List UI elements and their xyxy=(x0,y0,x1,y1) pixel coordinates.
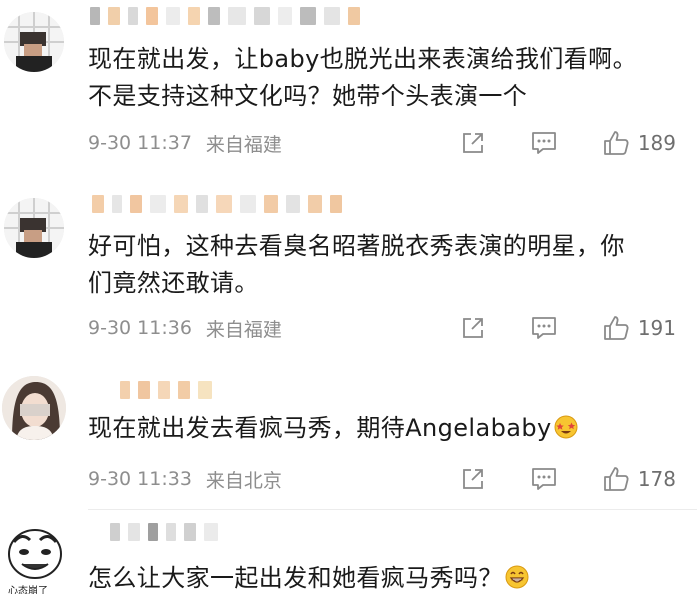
comment-text: 怎么让大家一起出发和她看疯马秀吗？ xyxy=(88,560,678,597)
starstruck-emoji-icon xyxy=(554,415,578,439)
comment-actions: 189 xyxy=(460,128,676,158)
comment-text: 现在就出发，让baby也脱光出来表演给我们看啊。 不是支持这种文化吗？她带个头表… xyxy=(88,45,637,110)
comment-text-body: 怎么让大家一起出发和她看疯马秀吗？ xyxy=(88,564,503,592)
comment-bubble-icon xyxy=(531,317,556,339)
grin-emoji-icon xyxy=(505,565,529,589)
meme-caption: 心态崩了 xyxy=(8,586,48,594)
user-avatar[interactable]: 心态崩了 xyxy=(0,524,70,594)
thumbs-up-icon xyxy=(603,316,629,340)
share-icon xyxy=(462,318,483,338)
repost-button[interactable] xyxy=(460,464,486,494)
thumbs-up-icon xyxy=(603,131,629,155)
username-mosaic xyxy=(120,378,212,402)
user-avatar-pixelated-icon xyxy=(4,12,64,72)
comment-time: 9-30 11:36 xyxy=(88,317,192,339)
comment-feed: 现在就出发，让baby也脱光出来表演给我们看啊。 不是支持这种文化吗？她带个头表… xyxy=(0,0,697,601)
share-icon xyxy=(462,469,483,489)
comment-text: 好可怕，这种去看臭名昭著脱衣秀表演的明星，你 们竟然还敢请。 xyxy=(88,232,625,297)
comment-item: 现在就出发，让baby也脱光出来表演给我们看啊。 不是支持这种文化吗？她带个头表… xyxy=(0,0,697,178)
comment-item: 心态崩了 怎么让大家一起出发和她看疯马秀吗？ xyxy=(0,510,697,601)
username-mosaic xyxy=(110,520,218,544)
comment-text-body: 现在就出发去看疯马秀，期待Angelababy xyxy=(88,414,552,442)
comment-location: 来自福建 xyxy=(205,133,282,156)
comment-bubble-icon xyxy=(531,132,556,154)
comment-actions: 178 xyxy=(460,464,676,494)
comment-actions: 191 xyxy=(460,313,676,343)
comment-time: 9-30 11:33 xyxy=(88,468,192,490)
comment-item: 好可怕，这种去看臭名昭著脱衣秀表演的明星，你 们竟然还敢请。 9-30 11:3… xyxy=(0,178,697,358)
thumbs-up-icon xyxy=(603,467,629,491)
like-count: 189 xyxy=(637,131,676,155)
comment-button[interactable] xyxy=(530,128,558,158)
comment-text: 现在就出发去看疯马秀，期待Angelababy xyxy=(88,410,678,447)
repost-button[interactable] xyxy=(460,313,486,343)
comment-location: 来自北京 xyxy=(205,469,282,492)
like-button[interactable]: 178 xyxy=(602,464,676,494)
username-mosaic xyxy=(90,4,360,28)
comment-button[interactable] xyxy=(530,313,558,343)
user-avatar-photo-icon xyxy=(2,376,66,440)
user-avatar-pixelated-icon xyxy=(4,198,64,258)
comment-meta: 9-30 11:37 来自福建 189 xyxy=(88,128,688,158)
comment-meta: 9-30 11:36 来自福建 191 xyxy=(88,313,688,343)
comment-item: 现在就出发去看疯马秀，期待Angelababy 9-30 11:33 来自北京 xyxy=(0,358,697,508)
like-count: 178 xyxy=(637,467,676,491)
like-count: 191 xyxy=(637,316,676,340)
comment-location: 来自福建 xyxy=(205,318,282,341)
user-avatar[interactable] xyxy=(2,376,66,440)
comment-button[interactable] xyxy=(530,464,558,494)
comment-bubble-icon xyxy=(531,468,556,490)
user-avatar[interactable] xyxy=(4,12,64,72)
like-button[interactable]: 189 xyxy=(602,128,676,158)
comment-time: 9-30 11:37 xyxy=(88,132,192,154)
like-button[interactable]: 191 xyxy=(602,313,676,343)
share-icon xyxy=(462,133,483,153)
user-avatar[interactable] xyxy=(4,198,64,258)
username-mosaic xyxy=(92,192,342,216)
comment-meta: 9-30 11:33 来自北京 178 xyxy=(88,464,688,494)
repost-button[interactable] xyxy=(460,128,486,158)
